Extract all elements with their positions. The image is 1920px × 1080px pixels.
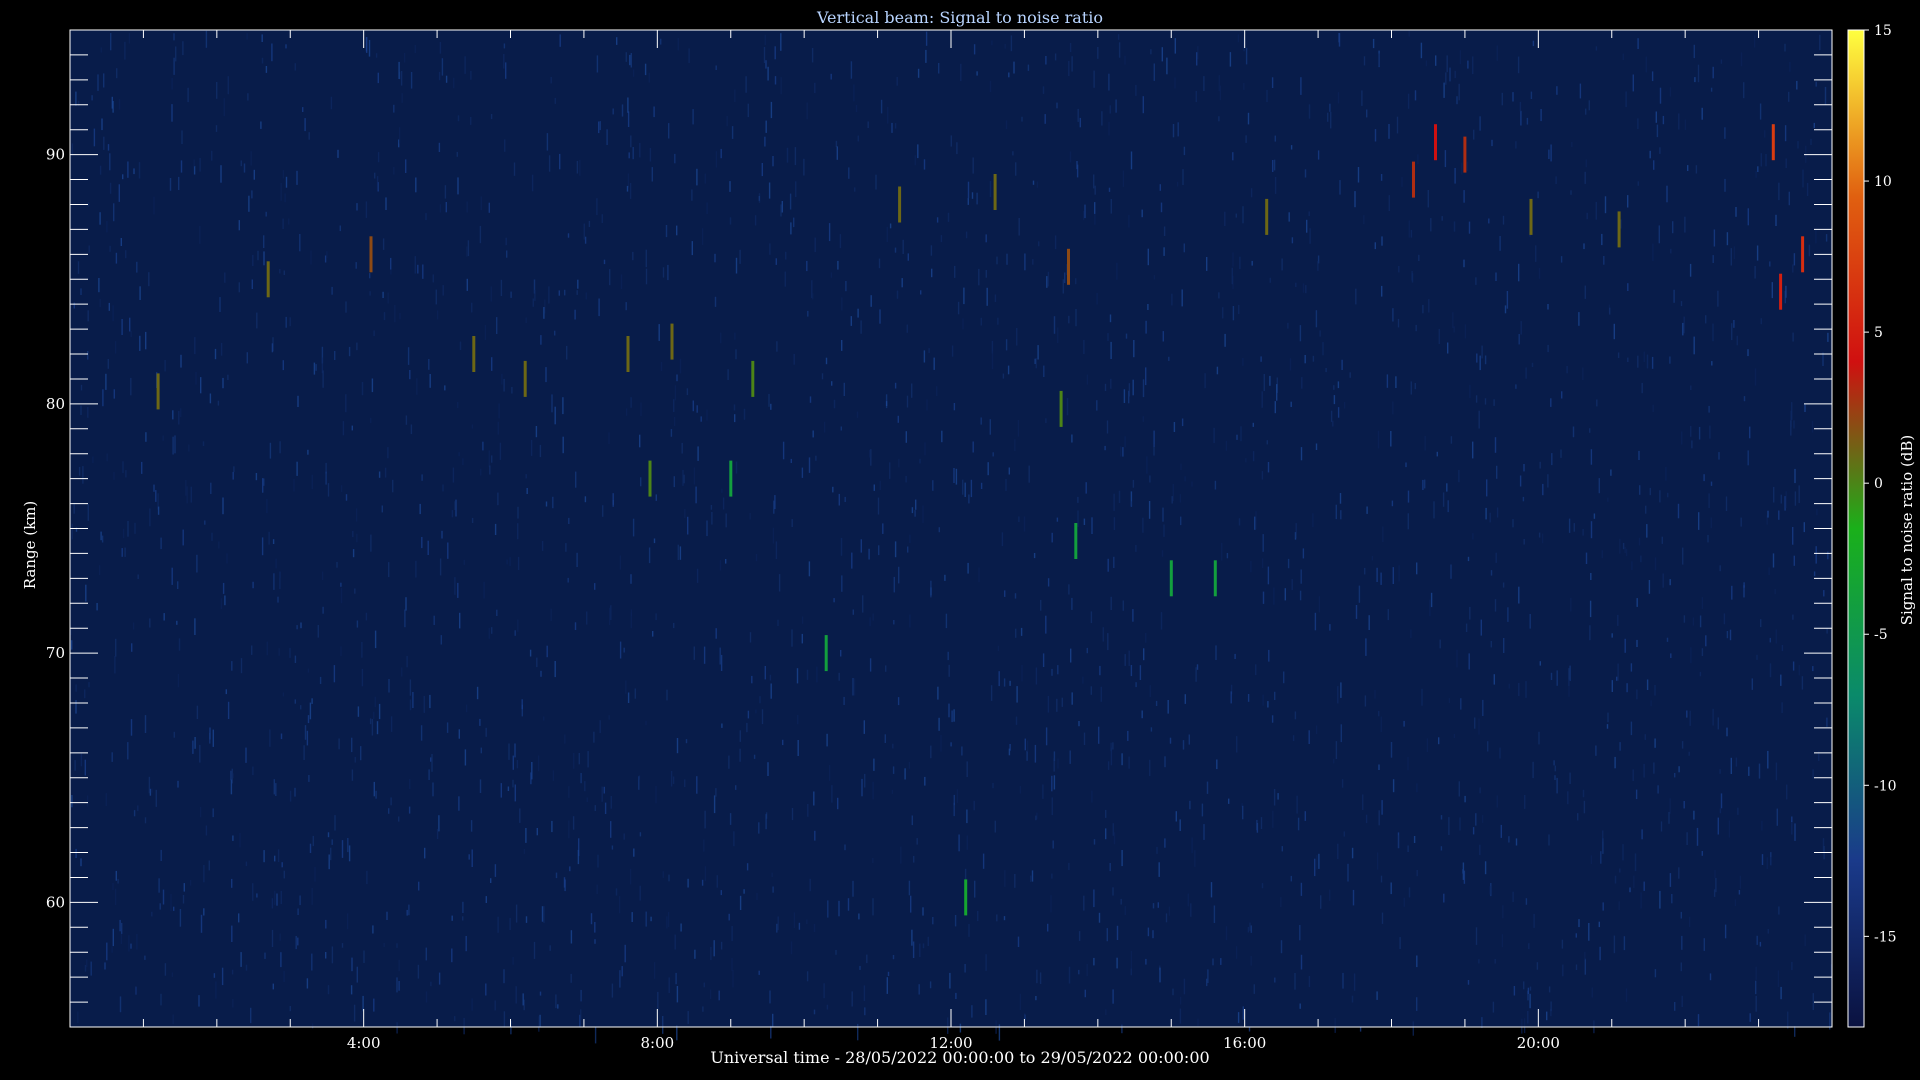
echo-mark bbox=[1412, 161, 1415, 198]
echo-mark bbox=[993, 174, 997, 210]
colorbar-tick-label: 0 bbox=[1874, 476, 1883, 492]
echo-mark bbox=[369, 236, 373, 273]
echo-mark bbox=[898, 186, 902, 223]
y-tick-label: 70 bbox=[46, 644, 65, 662]
echo-mark bbox=[1434, 124, 1437, 161]
echo-mark bbox=[670, 323, 674, 360]
echo-mark bbox=[1169, 560, 1173, 597]
colorbar-tick-label: 10 bbox=[1874, 174, 1892, 190]
echo-mark bbox=[1801, 236, 1805, 273]
echo-mark bbox=[1463, 136, 1467, 173]
echo-mark bbox=[1213, 560, 1217, 597]
y-tick-label: 60 bbox=[46, 893, 65, 911]
echo-mark bbox=[1059, 390, 1063, 427]
chart-title: Vertical beam: Signal to noise ratio bbox=[816, 8, 1104, 27]
echo-mark bbox=[751, 360, 755, 397]
y-axis-label: Range (km) bbox=[21, 500, 39, 590]
x-axis-label: Universal time - 28/05/2022 00:00:00 to … bbox=[710, 1048, 1210, 1067]
colorbar-scale bbox=[1847, 29, 1865, 1028]
echo-mark bbox=[1265, 198, 1269, 235]
plot-area bbox=[70, 30, 1832, 1027]
echo-mark bbox=[156, 373, 160, 410]
echo-mark bbox=[523, 360, 527, 397]
echo-mark bbox=[472, 336, 476, 372]
echo-mark bbox=[729, 460, 733, 497]
echo-mark bbox=[626, 336, 630, 372]
colorbar-tick-label: -15 bbox=[1874, 929, 1897, 945]
y-tick-label: 80 bbox=[46, 395, 65, 413]
echo-mark bbox=[1771, 124, 1775, 161]
colorbar-tick-label: -5 bbox=[1874, 627, 1888, 643]
echo-mark bbox=[1779, 273, 1783, 310]
y-tick-label: 90 bbox=[46, 146, 65, 164]
echo-mark bbox=[266, 261, 270, 298]
echo-mark bbox=[1067, 248, 1070, 285]
colorbar-tick-label: -10 bbox=[1874, 778, 1897, 794]
echo-mark bbox=[1617, 211, 1621, 248]
echo-mark bbox=[648, 460, 652, 497]
echo-mark bbox=[824, 635, 828, 672]
colorbar-tick-label: 5 bbox=[1874, 325, 1883, 341]
echo-mark bbox=[964, 879, 968, 916]
echo-mark bbox=[1074, 523, 1078, 559]
echo-mark bbox=[1529, 198, 1533, 235]
colorbar-label: Signal to noise ratio (dB) bbox=[1898, 434, 1916, 626]
chart-svg: 4:00 8:00 12:00 16:00 20:00 60708090 151050-… bbox=[46, 23, 1897, 1052]
colorbar: 151050-5-10-15 bbox=[1847, 23, 1897, 1028]
